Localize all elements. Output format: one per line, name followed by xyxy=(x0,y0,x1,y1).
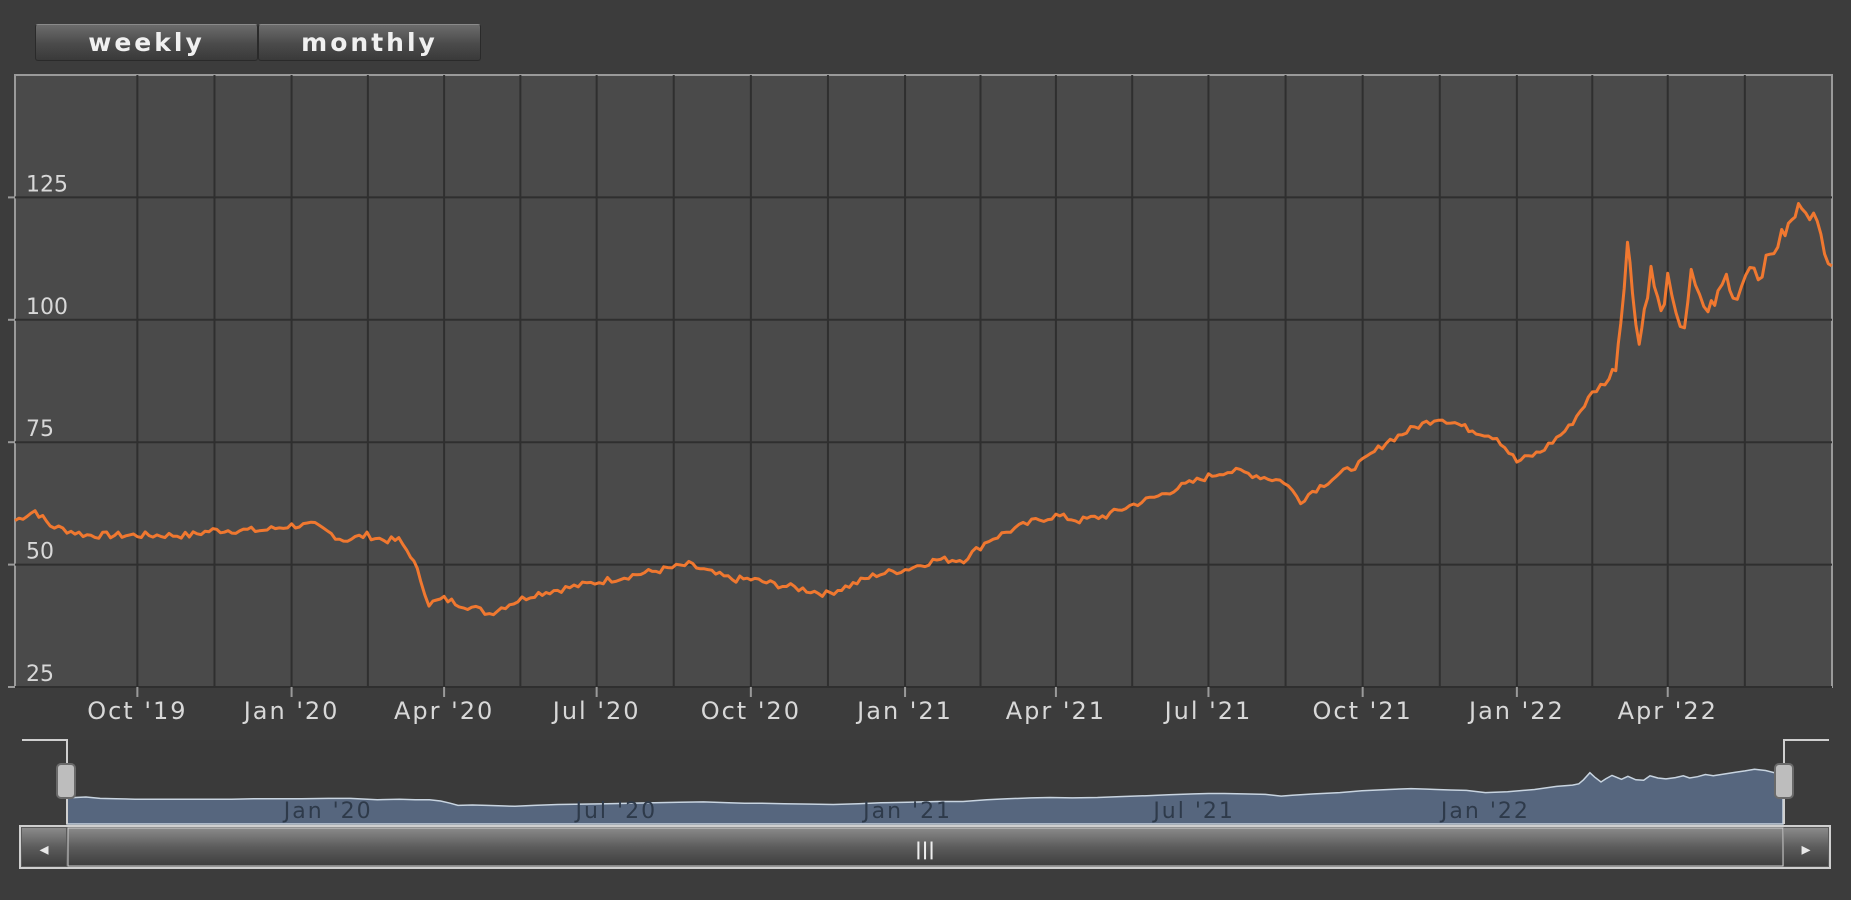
x-tick-label: Apr '21 xyxy=(1006,697,1106,725)
scrollbar-grip-icon: ||| xyxy=(915,839,935,860)
scroll-right-arrow-icon: ▸ xyxy=(1801,839,1810,860)
navigator-label: Jan '21 xyxy=(861,799,952,824)
y-tick-label: 25 xyxy=(26,662,54,687)
navigator-right-handle[interactable] xyxy=(1774,763,1794,799)
x-axis: Oct '19 Jan '20 Apr '20 Jul '20 Oct '20 Jan '… xyxy=(87,687,1718,725)
scroll-left-arrow-icon: ◂ xyxy=(39,839,48,860)
x-tick-label: Jul '20 xyxy=(551,697,641,725)
x-tick-label: Oct '19 xyxy=(87,697,187,725)
navigator-label: Jul '20 xyxy=(574,799,658,824)
navigator-left-handle[interactable] xyxy=(56,763,76,799)
navigator-label: Jul '21 xyxy=(1151,799,1235,824)
y-tick-label: 50 xyxy=(26,540,54,565)
x-tick-label: Jan '22 xyxy=(1467,697,1565,725)
navigator-label: Jan '20 xyxy=(282,799,373,824)
x-tick-label: Oct '20 xyxy=(701,697,801,725)
y-tick-label: 100 xyxy=(26,295,68,320)
price-chart: 25 50 75 100 125 Oct '19 Jan '20 Apr '20 Jul '2… xyxy=(8,74,1833,869)
plot-area xyxy=(14,74,1833,688)
x-tick-label: Apr '22 xyxy=(1618,697,1718,725)
navigator-label: Jan '22 xyxy=(1439,799,1530,824)
x-tick-label: Jul '21 xyxy=(1163,697,1253,725)
x-tick-label: Jan '21 xyxy=(855,697,953,725)
navigator[interactable]: Jan '20 Jul '20 Jan '21 Jul '21 Jan '22 xyxy=(22,739,1829,825)
x-tick-label: Apr '20 xyxy=(394,697,494,725)
y-tick-label: 75 xyxy=(26,417,54,442)
x-tick-label: Jan '20 xyxy=(242,697,340,725)
y-tick-label: 125 xyxy=(26,172,68,197)
x-tick-label: Oct '21 xyxy=(1313,697,1413,725)
